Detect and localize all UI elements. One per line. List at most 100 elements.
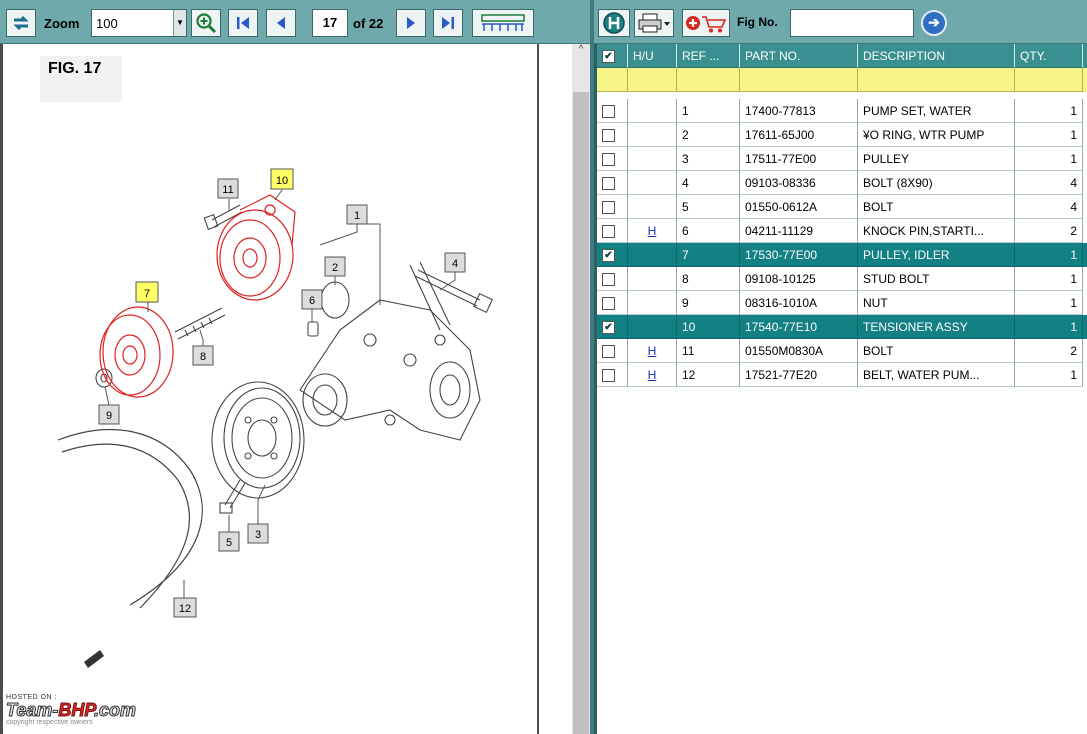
hu-link[interactable]: H bbox=[648, 344, 657, 358]
row-checkbox-cell[interactable]: ✔ bbox=[597, 243, 628, 267]
row-checkbox[interactable]: ✔ bbox=[602, 321, 615, 335]
cell-ref: 11 bbox=[677, 339, 740, 363]
cell-qty: 1 bbox=[1015, 363, 1083, 387]
row-checkbox[interactable] bbox=[602, 105, 615, 119]
filter-part-no[interactable] bbox=[740, 68, 858, 92]
fig-no-input[interactable] bbox=[790, 9, 914, 37]
print-button[interactable] bbox=[634, 9, 674, 37]
diagram-vertical-scrollbar[interactable]: ^ bbox=[572, 44, 590, 734]
cell-hu bbox=[628, 243, 677, 267]
cell-qty: 1 bbox=[1015, 315, 1083, 339]
row-checkbox-cell[interactable] bbox=[597, 363, 628, 387]
callout-7[interactable]: 7 bbox=[135, 281, 159, 303]
table-row[interactable]: ✔ 10 17540-77E10 TENSIONER ASSY 1 bbox=[597, 315, 1087, 339]
svg-text:2: 2 bbox=[332, 262, 338, 274]
cell-ref: 9 bbox=[677, 291, 740, 315]
row-checkbox-cell[interactable]: ✔ bbox=[597, 315, 628, 339]
row-checkbox-cell[interactable] bbox=[597, 291, 628, 315]
select-all-checkbox[interactable]: ✔ bbox=[602, 50, 615, 64]
column-header-part-no[interactable]: PART NO. bbox=[740, 44, 858, 68]
cell-description: BOLT bbox=[858, 339, 1015, 363]
row-checkbox[interactable] bbox=[602, 225, 615, 239]
cell-hu bbox=[628, 315, 677, 339]
filter-ref[interactable] bbox=[677, 68, 740, 92]
table-row[interactable]: 2 17611-65J00 ¥O RING, WTR PUMP 1 bbox=[597, 123, 1087, 147]
row-checkbox[interactable] bbox=[602, 201, 615, 215]
cell-qty: 1 bbox=[1015, 291, 1083, 315]
scrollbar-thumb[interactable] bbox=[573, 92, 589, 734]
filter-hu[interactable] bbox=[628, 68, 677, 92]
row-checkbox[interactable] bbox=[602, 129, 615, 143]
cell-qty: 1 bbox=[1015, 243, 1083, 267]
table-header-row: ✔ H/U REF ... PART NO. DESCRIPTION QTY. bbox=[597, 44, 1087, 68]
row-checkbox[interactable] bbox=[602, 369, 615, 383]
row-checkbox-cell[interactable] bbox=[597, 99, 628, 123]
add-to-cart-button[interactable] bbox=[682, 9, 730, 37]
row-checkbox-cell[interactable] bbox=[597, 171, 628, 195]
go-button[interactable]: ➔ bbox=[921, 10, 947, 36]
callout-11[interactable]: 11 bbox=[217, 178, 239, 199]
row-checkbox[interactable] bbox=[602, 153, 615, 167]
table-row[interactable]: 8 09108-10125 STUD BOLT 1 bbox=[597, 267, 1087, 291]
row-checkbox-cell[interactable] bbox=[597, 147, 628, 171]
table-row[interactable]: H 12 17521-77E20 BELT, WATER PUM... 1 bbox=[597, 363, 1087, 387]
cell-description: ¥O RING, WTR PUMP bbox=[858, 123, 1015, 147]
hu-link[interactable]: H bbox=[648, 224, 657, 238]
table-row[interactable]: 1 17400-77813 PUMP SET, WATER 1 bbox=[597, 99, 1087, 123]
cell-part-no: 17540-77E10 bbox=[740, 315, 858, 339]
select-all-cell[interactable]: ✔ bbox=[597, 44, 628, 68]
callout-4[interactable]: 4 bbox=[444, 252, 466, 273]
cell-qty: 4 bbox=[1015, 171, 1083, 195]
row-checkbox[interactable]: ✔ bbox=[602, 249, 615, 263]
callout-6[interactable]: 6 bbox=[301, 289, 323, 310]
row-checkbox-cell[interactable] bbox=[597, 219, 628, 243]
callout-1[interactable]: 1 bbox=[346, 204, 368, 225]
cell-hu bbox=[628, 267, 677, 291]
cell-part-no: 01550M0830A bbox=[740, 339, 858, 363]
cell-ref: 2 bbox=[677, 123, 740, 147]
filter-cell bbox=[597, 68, 628, 92]
callout-8[interactable]: 8 bbox=[192, 345, 214, 366]
row-checkbox-cell[interactable] bbox=[597, 195, 628, 219]
svg-text:9: 9 bbox=[106, 410, 112, 422]
svg-text:8: 8 bbox=[200, 351, 206, 363]
table-row[interactable]: 3 17511-77E00 PULLEY 1 bbox=[597, 147, 1087, 171]
filter-description[interactable] bbox=[858, 68, 1015, 92]
fig-no-label: Fig No. bbox=[737, 15, 778, 29]
cell-part-no: 09103-08336 bbox=[740, 171, 858, 195]
column-header-description[interactable]: DESCRIPTION bbox=[858, 44, 1015, 68]
row-checkbox-cell[interactable] bbox=[597, 339, 628, 363]
hu-link[interactable]: H bbox=[648, 368, 657, 382]
row-checkbox[interactable] bbox=[602, 345, 615, 359]
row-checkbox[interactable] bbox=[602, 177, 615, 191]
callout-5[interactable]: 5 bbox=[218, 531, 240, 552]
table-row[interactable]: H 6 04211-11129 KNOCK PIN,STARTI... 2 bbox=[597, 219, 1087, 243]
cell-part-no: 09108-10125 bbox=[740, 267, 858, 291]
callout-3[interactable]: 3 bbox=[247, 523, 269, 544]
cell-part-no: 17511-77E00 bbox=[740, 147, 858, 171]
cell-hu bbox=[628, 123, 677, 147]
cell-ref: 8 bbox=[677, 267, 740, 291]
column-header-ref[interactable]: REF ... bbox=[677, 44, 740, 68]
callout-9[interactable]: 9 bbox=[98, 404, 120, 425]
cell-description: TENSIONER ASSY bbox=[858, 315, 1015, 339]
scroll-up-icon[interactable]: ^ bbox=[572, 44, 590, 60]
row-checkbox-cell[interactable] bbox=[597, 123, 628, 147]
callout-10[interactable]: 10 bbox=[270, 168, 294, 190]
help-button[interactable] bbox=[598, 9, 630, 37]
table-row[interactable]: ✔ 7 17530-77E00 PULLEY, IDLER 1 bbox=[597, 243, 1087, 267]
row-checkbox[interactable] bbox=[602, 273, 615, 287]
table-row[interactable]: 4 09103-08336 BOLT (8X90) 4 bbox=[597, 171, 1087, 195]
filter-qty[interactable] bbox=[1015, 68, 1083, 92]
table-row[interactable]: 5 01550-0612A BOLT 4 bbox=[597, 195, 1087, 219]
callout-2[interactable]: 2 bbox=[324, 256, 346, 277]
cell-description: BOLT bbox=[858, 195, 1015, 219]
table-row[interactable]: H 11 01550M0830A BOLT 2 bbox=[597, 339, 1087, 363]
row-checkbox[interactable] bbox=[602, 297, 615, 311]
column-header-hu[interactable]: H/U bbox=[628, 44, 677, 68]
cell-hu bbox=[628, 291, 677, 315]
callout-12[interactable]: 12 bbox=[173, 597, 197, 618]
column-header-qty[interactable]: QTY. bbox=[1015, 44, 1083, 68]
row-checkbox-cell[interactable] bbox=[597, 267, 628, 291]
table-row[interactable]: 9 08316-1010A NUT 1 bbox=[597, 291, 1087, 315]
